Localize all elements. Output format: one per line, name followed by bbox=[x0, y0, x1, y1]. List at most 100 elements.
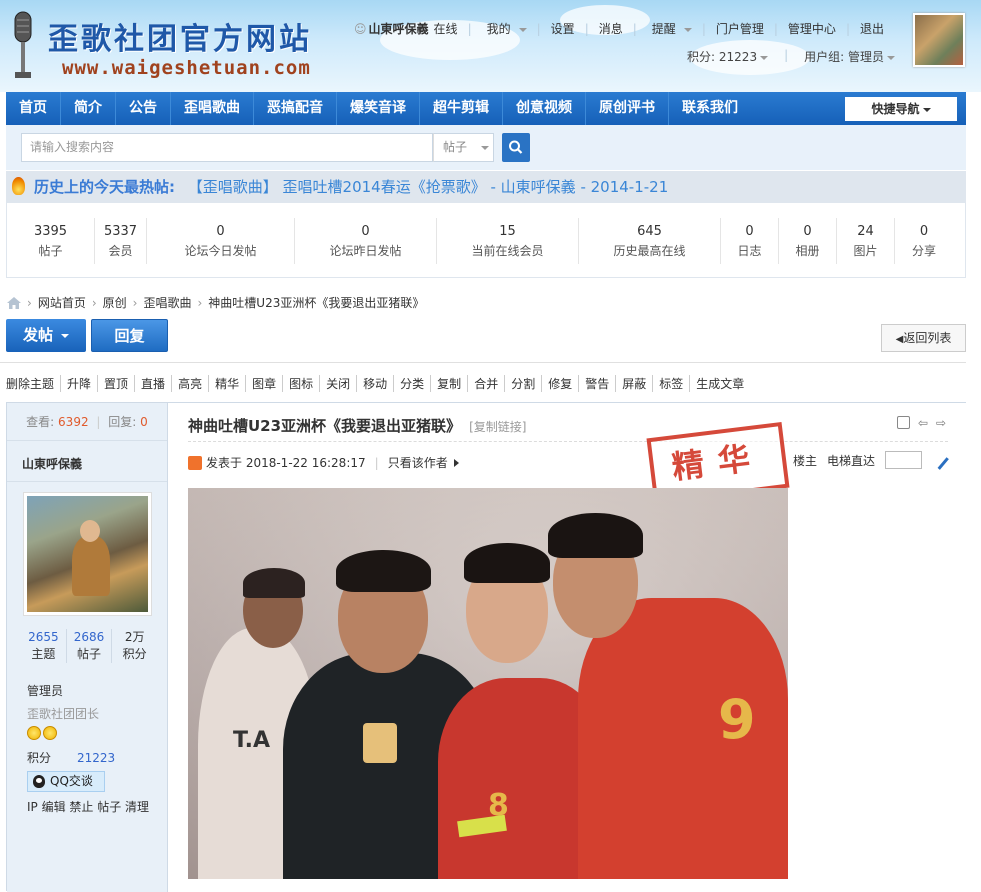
stat-posts[interactable]: 3395 帖子 bbox=[7, 218, 95, 264]
print-icon[interactable] bbox=[896, 416, 910, 429]
mod-digest[interactable]: 精华 bbox=[208, 375, 245, 392]
mod-category[interactable]: 分类 bbox=[393, 375, 430, 392]
breadcrumb-original[interactable]: 原创 bbox=[103, 294, 127, 311]
nav-item-video[interactable]: 创意视频 bbox=[503, 92, 586, 125]
site-header: 歪歌社团官方网站 www.waigeshetuan.com ☺ 山東呼保義 在线… bbox=[0, 0, 981, 92]
settings-link[interactable]: 设置 bbox=[546, 20, 580, 37]
post-title: 神曲吐槽U23亚洲杯《我要退出亚猪联》 [复制链接] bbox=[188, 417, 527, 435]
home-icon[interactable] bbox=[7, 296, 21, 309]
nav-item-home[interactable]: 首页 bbox=[6, 92, 61, 125]
search-type-select[interactable]: 帖子 bbox=[433, 133, 494, 162]
mod-stamp[interactable]: 图章 bbox=[245, 375, 282, 392]
breadcrumb-home[interactable]: 网站首页 bbox=[38, 294, 86, 311]
mod-move[interactable]: 移动 bbox=[356, 375, 393, 392]
hot-today-bar: 历史上的今天最热帖: 【歪唱歌曲】 歪唱吐槽2014春运《抢票歌》 - 山東呼保… bbox=[6, 171, 966, 203]
my-menu[interactable]: 我的 bbox=[477, 20, 532, 37]
main-nav: 首页 简介 公告 歪唱歌曲 恶搞配音 爆笑音译 超牛剪辑 创意视频 原创评书 联… bbox=[6, 92, 966, 125]
smiley-icon bbox=[27, 726, 41, 740]
mod-split[interactable]: 分割 bbox=[504, 375, 541, 392]
stat-peak-online[interactable]: 645 历史最高在线 bbox=[579, 218, 721, 264]
stat-albums[interactable]: 0 相册 bbox=[779, 218, 837, 264]
user-icon: ☺ bbox=[354, 21, 367, 36]
reply-button[interactable]: 回复 bbox=[91, 319, 168, 352]
smiley-icon bbox=[43, 726, 57, 740]
nav-item-dubbing[interactable]: 恶搞配音 bbox=[254, 92, 337, 125]
user-group-menu[interactable]: 用户组: 管理员 bbox=[804, 48, 895, 65]
search-button[interactable] bbox=[502, 133, 530, 162]
stat-today-posts[interactable]: 0 论坛今日发帖 bbox=[147, 218, 295, 264]
stat-images[interactable]: 24 图片 bbox=[837, 218, 895, 264]
nav-item-intro[interactable]: 简介 bbox=[61, 92, 116, 125]
author-avatar[interactable] bbox=[23, 492, 152, 616]
mod-tags[interactable]: 标签 bbox=[652, 375, 689, 392]
breadcrumb-current[interactable]: 神曲吐槽U23亚洲杯《我要退出亚猪联》 bbox=[208, 294, 424, 311]
mod-highlight[interactable]: 高亮 bbox=[171, 375, 208, 392]
mod-bump[interactable]: 升降 bbox=[60, 375, 97, 392]
user-sub-info: 积分: 21223 | 用户组: 管理员 bbox=[687, 48, 895, 65]
qq-chat-button[interactable]: QQ交谈 bbox=[27, 771, 105, 792]
author-name[interactable]: 山東呼保義 bbox=[22, 455, 82, 472]
mod-generate-article[interactable]: 生成文章 bbox=[689, 375, 750, 392]
mod-merge[interactable]: 合并 bbox=[467, 375, 504, 392]
nav-item-contact[interactable]: 联系我们 bbox=[669, 92, 751, 125]
only-author-link[interactable]: 只看该作者 bbox=[388, 454, 459, 471]
post-image[interactable]: T.A 8 9 bbox=[188, 488, 788, 879]
moderation-actions: 删除主题 升降 置顶 直播 高亮 精华 图章 图标 关闭 移动 分类 复制 合并… bbox=[6, 375, 750, 392]
mod-warn[interactable]: 警告 bbox=[578, 375, 615, 392]
nav-item-songs[interactable]: 歪唱歌曲 bbox=[171, 92, 254, 125]
author-role[interactable]: 管理员 bbox=[27, 682, 63, 699]
mod-close[interactable]: 关闭 bbox=[319, 375, 356, 392]
author-stat-posts[interactable]: 2686 帖子 bbox=[67, 629, 113, 663]
stat-blogs[interactable]: 0 日志 bbox=[721, 218, 779, 264]
rank-stars bbox=[27, 726, 57, 740]
mod-repair[interactable]: 修复 bbox=[541, 375, 578, 392]
quick-nav-button[interactable]: 快捷导航 bbox=[845, 97, 957, 121]
mod-live[interactable]: 直播 bbox=[134, 375, 171, 392]
logout-link[interactable]: 退出 bbox=[855, 20, 889, 37]
hot-post-link[interactable]: 【歪唱歌曲】 歪唱吐槽2014春运《抢票歌》 - 山東呼保義 - 2014-1-… bbox=[188, 178, 668, 196]
user-avatar[interactable] bbox=[913, 13, 965, 67]
search-icon bbox=[509, 140, 523, 154]
nav-item-editing[interactable]: 超牛剪辑 bbox=[420, 92, 503, 125]
post-container: 查看: 6392 | 回复: 0 山東呼保義 2655 主题 2686 帖子 2万积… bbox=[6, 402, 966, 892]
site-logo-title[interactable]: 歪歌社团官方网站 bbox=[48, 14, 312, 58]
new-post-button[interactable]: 发帖 bbox=[6, 319, 86, 352]
next-thread-icon[interactable]: ⇨ bbox=[936, 416, 946, 430]
post-tools: ⇦ ⇨ bbox=[896, 416, 946, 430]
user-toolbar: ☺ 山東呼保義 在线 | 我的 | 设置 | 消息 | 提醒 | 门户管理 | … bbox=[354, 20, 889, 37]
mod-delete-thread[interactable]: 删除主题 bbox=[6, 375, 60, 392]
go-icon[interactable] bbox=[929, 450, 949, 470]
mod-icon[interactable]: 图标 bbox=[282, 375, 319, 392]
hot-label: 历史上的今天最热帖: bbox=[34, 178, 175, 196]
stat-shares[interactable]: 0 分享 bbox=[895, 218, 953, 264]
reminder-menu[interactable]: 提醒 bbox=[642, 20, 697, 37]
author-stat-credits[interactable]: 2万 积分 bbox=[112, 629, 157, 663]
post-content: 神曲吐槽U23亚洲杯《我要退出亚猪联》 [复制链接] ⇦ ⇨ 发表于 2018-1… bbox=[168, 403, 966, 892]
messages-link[interactable]: 消息 bbox=[594, 20, 628, 37]
stat-online-members[interactable]: 15 当前在线会员 bbox=[437, 218, 579, 264]
mod-block[interactable]: 屏蔽 bbox=[615, 375, 652, 392]
search-bar: 请输入搜索内容 帖子 bbox=[6, 125, 966, 170]
breadcrumb-songs[interactable]: 歪唱歌曲 bbox=[143, 294, 191, 311]
back-to-list-button[interactable]: ◀返回列表 bbox=[881, 324, 966, 352]
mod-sticky[interactable]: 置顶 bbox=[97, 375, 134, 392]
view-reply-count: 查看: 6392 | 回复: 0 bbox=[7, 403, 167, 441]
search-input[interactable]: 请输入搜索内容 bbox=[21, 133, 433, 162]
stat-yesterday-posts[interactable]: 0 论坛昨日发帖 bbox=[295, 218, 437, 264]
mod-copy[interactable]: 复制 bbox=[430, 375, 467, 392]
author-stats: 2655 主题 2686 帖子 2万 积分 bbox=[21, 629, 157, 663]
prev-thread-icon[interactable]: ⇦ bbox=[918, 416, 928, 430]
nav-item-transliteration[interactable]: 爆笑音译 bbox=[337, 92, 420, 125]
author-admin-ops[interactable]: IP 编辑 禁止 帖子 清理 bbox=[27, 798, 149, 815]
nav-item-notice[interactable]: 公告 bbox=[116, 92, 171, 125]
stat-members[interactable]: 5337 会员 bbox=[95, 218, 147, 264]
copy-link[interactable]: [复制链接] bbox=[469, 420, 526, 434]
admin-center-link[interactable]: 管理中心 bbox=[783, 20, 841, 37]
portal-admin-link[interactable]: 门户管理 bbox=[711, 20, 769, 37]
author-stat-threads[interactable]: 2655 主题 bbox=[21, 629, 67, 663]
nav-item-storytelling[interactable]: 原创评书 bbox=[586, 92, 669, 125]
floor-jump-input[interactable] bbox=[885, 451, 922, 469]
username-link[interactable]: 山東呼保義 bbox=[369, 20, 434, 37]
online-status: 在线 bbox=[433, 22, 458, 36]
credits-menu[interactable]: 积分: 21223 bbox=[687, 48, 769, 65]
